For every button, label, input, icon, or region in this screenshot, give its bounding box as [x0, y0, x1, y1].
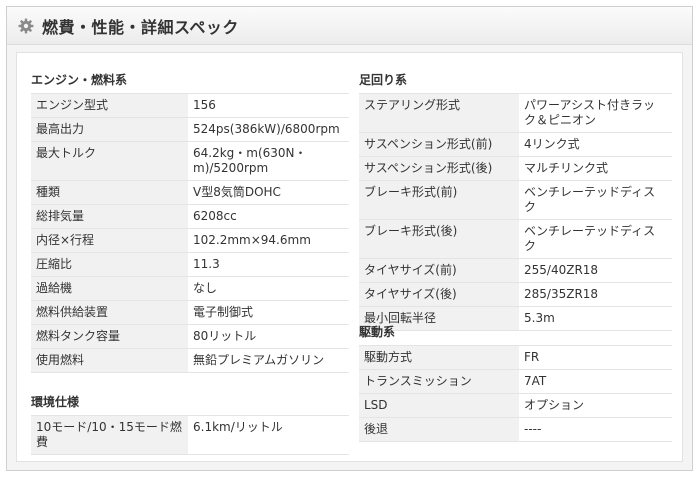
drivetrain-spec-table: 駆動方式 FR トランスミッション 7AT LSD オプション 後退 ----	[359, 345, 672, 442]
spec-value: 11.3	[188, 252, 349, 277]
spec-label: サスペンション形式(前)	[359, 132, 519, 157]
spec-row: 過給機 なし	[31, 276, 349, 301]
spec-value: 524ps(386kW)/6800rpm	[188, 117, 349, 142]
spec-label: エンジン型式	[31, 93, 188, 118]
spec-label: 過給機	[31, 276, 188, 301]
spec-row: 使用燃料 無鉛プレミアムガソリン	[31, 348, 349, 373]
spec-label: ステアリング形式	[359, 93, 519, 133]
spec-label: ブレーキ形式(前)	[359, 180, 519, 220]
spec-value: なし	[188, 276, 349, 301]
spec-label: ブレーキ形式(後)	[359, 219, 519, 259]
spec-value: FR	[519, 345, 672, 370]
spec-value: 285/35ZR18	[519, 282, 672, 307]
spec-value: V型8気筒DOHC	[188, 180, 349, 205]
spec-label: 10モード/10・15モード燃費	[31, 415, 188, 455]
section-title-environment: 環境仕様	[31, 395, 80, 409]
spec-row: 10モード/10・15モード燃費 6.1km/リットル	[31, 415, 349, 455]
page-title: 燃費・性能・詳細スペック	[42, 17, 239, 37]
spec-label: 内径×行程	[31, 228, 188, 253]
spec-value: ----	[519, 417, 672, 442]
spec-row: 最大トルク 64.2kg・m(630N・m)/5200rpm	[31, 141, 349, 181]
environment-spec-table: 10モード/10・15モード燃費 6.1km/リットル	[31, 415, 349, 455]
spec-box: 燃費・性能・詳細スペック エンジン・燃料系 エンジン型式 156 最高出力 524ps…	[6, 6, 693, 471]
suspension-spec-table: ステアリング形式 パワーアシスト付きラック＆ピニオン サスペンション形式(前) 4リン…	[359, 93, 672, 331]
spec-value: 7AT	[519, 369, 672, 394]
spec-value: 102.2mm×94.6mm	[188, 228, 349, 253]
spec-row: 燃料タンク容量 80リットル	[31, 324, 349, 349]
spec-label: 駆動方式	[359, 345, 519, 370]
spec-label: 使用燃料	[31, 348, 188, 373]
spec-label: LSD	[359, 393, 519, 418]
spec-row: 燃料供給装置 電子制御式	[31, 300, 349, 325]
spec-label: 燃料タンク容量	[31, 324, 188, 349]
spec-value: 156	[188, 93, 349, 118]
spec-row: LSD オプション	[359, 393, 672, 418]
section-title-drivetrain: 駆動系	[359, 325, 396, 339]
spec-value: 無鉛プレミアムガソリン	[188, 348, 349, 373]
section-title-suspension: 足回り系	[359, 73, 408, 87]
spec-row: サスペンション形式(前) 4リンク式	[359, 132, 672, 157]
spec-label: 最大トルク	[31, 141, 188, 181]
spec-row: 種類 V型8気筒DOHC	[31, 180, 349, 205]
gear-icon	[18, 18, 34, 33]
spec-label: 種類	[31, 180, 188, 205]
engine-spec-table: エンジン型式 156 最高出力 524ps(386kW)/6800rpm 最大トルク 64…	[31, 93, 349, 373]
spec-value: マルチリンク式	[519, 156, 672, 181]
spec-row: タイヤサイズ(前) 255/40ZR18	[359, 258, 672, 283]
spec-header: 燃費・性能・詳細スペック	[7, 7, 692, 45]
spec-row: 駆動方式 FR	[359, 345, 672, 370]
spec-row: 最高出力 524ps(386kW)/6800rpm	[31, 117, 349, 142]
spec-row: ステアリング形式 パワーアシスト付きラック＆ピニオン	[359, 93, 672, 133]
section-title-engine: エンジン・燃料系	[31, 73, 128, 87]
spec-row: ブレーキ形式(後) ベンチレーテッドディスク	[359, 219, 672, 259]
spec-value: ベンチレーテッドディスク	[519, 219, 672, 259]
spec-label: 後退	[359, 417, 519, 442]
spec-row: 最小回転半径 5.3m	[359, 306, 672, 331]
spec-label: タイヤサイズ(前)	[359, 258, 519, 283]
spec-row: ブレーキ形式(前) ベンチレーテッドディスク	[359, 180, 672, 220]
spec-value: 80リットル	[188, 324, 349, 349]
spec-panel: エンジン・燃料系 エンジン型式 156 最高出力 524ps(386kW)/6800r…	[16, 52, 683, 462]
spec-value: 6208cc	[188, 204, 349, 229]
spec-value: 5.3m	[519, 306, 672, 331]
spec-value: オプション	[519, 393, 672, 418]
spec-value: 6.1km/リットル	[188, 415, 349, 455]
spec-label: 燃料供給装置	[31, 300, 188, 325]
spec-label: サスペンション形式(後)	[359, 156, 519, 181]
spec-label: 総排気量	[31, 204, 188, 229]
spec-row: 総排気量 6208cc	[31, 204, 349, 229]
spec-row: 内径×行程 102.2mm×94.6mm	[31, 228, 349, 253]
spec-value: 255/40ZR18	[519, 258, 672, 283]
spec-row: サスペンション形式(後) マルチリンク式	[359, 156, 672, 181]
spec-label: 圧縮比	[31, 252, 188, 277]
spec-label: トランスミッション	[359, 369, 519, 394]
spec-value: 電子制御式	[188, 300, 349, 325]
spec-row: トランスミッション 7AT	[359, 369, 672, 394]
spec-row: 圧縮比 11.3	[31, 252, 349, 277]
spec-label: 最高出力	[31, 117, 188, 142]
spec-value: 4リンク式	[519, 132, 672, 157]
spec-row: エンジン型式 156	[31, 93, 349, 118]
spec-value: パワーアシスト付きラック＆ピニオン	[519, 93, 672, 133]
spec-value: ベンチレーテッドディスク	[519, 180, 672, 220]
spec-label: タイヤサイズ(後)	[359, 282, 519, 307]
spec-row: タイヤサイズ(後) 285/35ZR18	[359, 282, 672, 307]
spec-value: 64.2kg・m(630N・m)/5200rpm	[188, 141, 349, 181]
spec-row: 後退 ----	[359, 417, 672, 442]
